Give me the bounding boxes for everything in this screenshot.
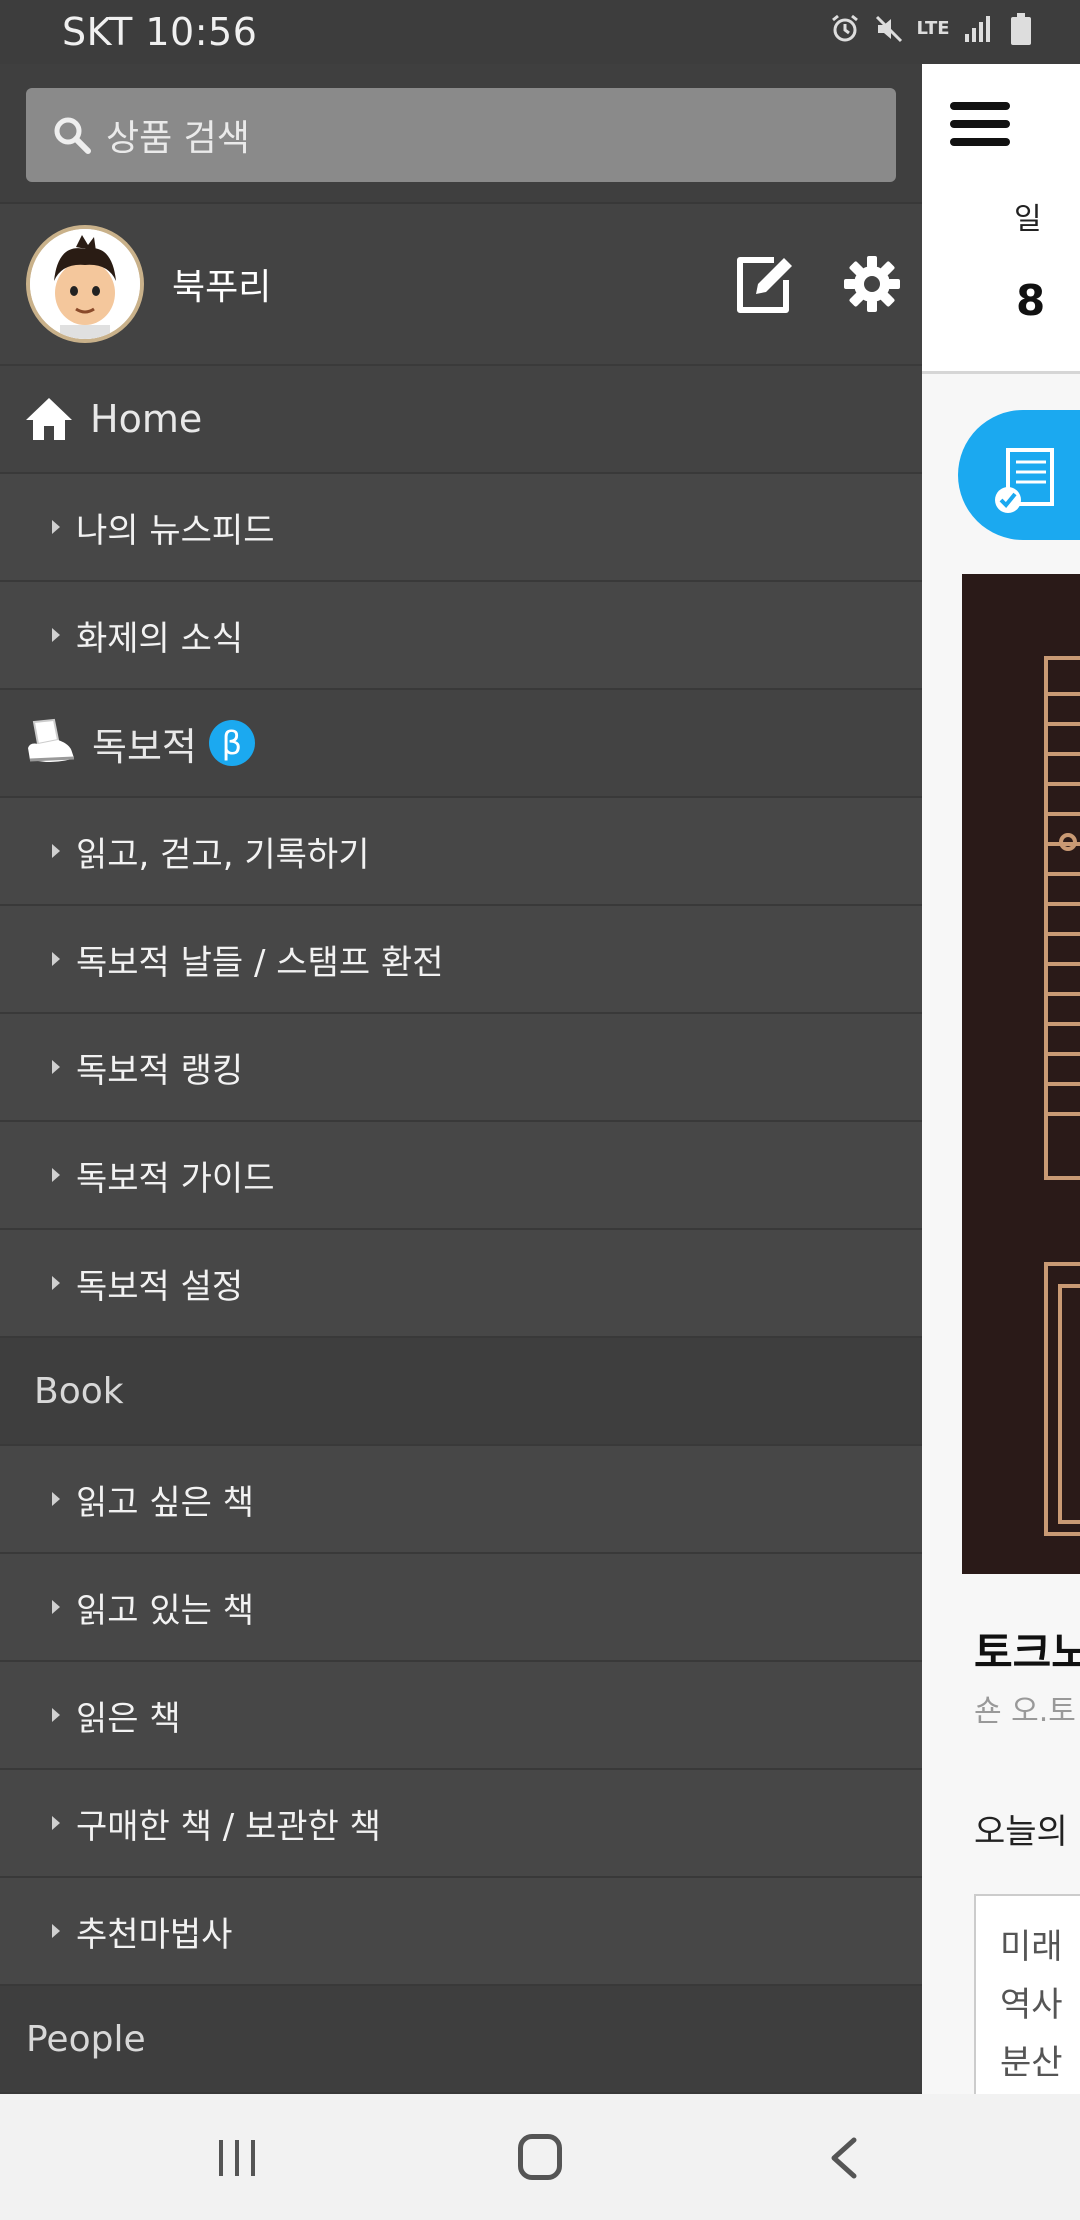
menu-item-label: 읽고, 걷고, 기록하기 — [76, 834, 370, 875]
calendar-date[interactable]: 8 — [1016, 276, 1045, 325]
mute-icon — [874, 12, 904, 46]
menu-item-label: 독보적 가이드 — [76, 1158, 275, 1199]
menu-dokbojeok[interactable]: 독보적 β — [0, 690, 922, 798]
caret-right-icon — [52, 1708, 60, 1722]
menu-item-label: 독보적 날들 / 스탬프 환전 — [76, 942, 444, 983]
menu-item-label: 화제의 소식 — [76, 618, 244, 659]
product-search-input[interactable]: 상품 검색 — [26, 88, 896, 182]
menu-item-settings[interactable]: 독보적 설정 — [0, 1230, 922, 1338]
menu-home-label: Home — [90, 397, 203, 441]
menu-item-label: 읽은 책 — [76, 1698, 181, 1739]
system-navigation-bar — [0, 2094, 1080, 2220]
menu-home[interactable]: Home — [0, 366, 922, 474]
caret-right-icon — [52, 1924, 60, 1938]
menu-item-purchased-saved[interactable]: 구매한 책 / 보관한 책 — [0, 1770, 922, 1878]
status-bar: SKT 10:56 LTE — [0, 0, 1080, 64]
menu-item-label: 읽고 있는 책 — [76, 1590, 255, 1631]
menu-item-read[interactable]: 읽은 책 — [0, 1662, 922, 1770]
caret-right-icon — [52, 520, 60, 534]
caret-right-icon — [52, 1492, 60, 1506]
menu-item-days-stamp-exchange[interactable]: 독보적 날들 / 스탬프 환전 — [0, 906, 922, 1014]
quote-line: 분산 — [1000, 2043, 1063, 2083]
search-icon — [54, 117, 91, 154]
alarm-icon — [830, 12, 860, 46]
menu-item-newsfeed[interactable]: 나의 뉴스피드 — [0, 474, 922, 582]
lte-icon: LTE — [916, 12, 950, 46]
recent-apps-icon[interactable] — [215, 2138, 259, 2178]
menu-item-label: 추천마법사 — [76, 1914, 233, 1955]
section-header-label: People — [26, 2018, 146, 2060]
caret-right-icon — [52, 1276, 60, 1290]
app-top-bar: 일 8 — [922, 64, 1080, 374]
caret-right-icon — [52, 1816, 60, 1830]
gear-icon[interactable] — [844, 256, 900, 312]
profile-row: 북푸리 — [0, 204, 922, 366]
shoe-book-icon — [28, 718, 75, 762]
menu-item-label: 독보적 랭킹 — [76, 1050, 244, 1091]
section-header-book: Book — [0, 1338, 922, 1446]
calendar-day-label: 일 — [1014, 202, 1042, 237]
menu-item-label: 읽고 싶은 책 — [76, 1482, 255, 1523]
hamburger-menu-icon[interactable] — [950, 102, 1010, 148]
caret-right-icon — [52, 952, 60, 966]
menu-item-label: 독보적 설정 — [76, 1266, 244, 1307]
search-bar-container: 상품 검색 — [0, 64, 922, 204]
caret-right-icon — [52, 1600, 60, 1614]
home-button-icon[interactable] — [518, 2134, 562, 2180]
menu-dokbojeok-label: 독보적 — [92, 724, 197, 769]
menu-item-reading[interactable]: 읽고 있는 책 — [0, 1554, 922, 1662]
menu-item-label: 구매한 책 / 보관한 책 — [76, 1806, 381, 1847]
beta-badge: β — [208, 720, 255, 766]
home-icon — [26, 398, 72, 440]
book-cover-image[interactable] — [962, 574, 1080, 1574]
menu-item-ranking[interactable]: 독보적 랭킹 — [0, 1014, 922, 1122]
menu-item-trending-news[interactable]: 화제의 소식 — [0, 582, 922, 690]
caret-right-icon — [52, 844, 60, 858]
menu-item-want-to-read[interactable]: 읽고 싶은 책 — [0, 1446, 922, 1554]
menu-item-recommendation-wizard[interactable]: 추천마법사 — [0, 1878, 922, 1986]
quote-line: 역사 — [1000, 1985, 1063, 2025]
status-carrier-time: SKT 10:56 — [62, 10, 258, 54]
battery-icon — [1006, 12, 1036, 46]
navigation-drawer: 상품 검색 북푸리 Home 나의 뉴스피드 화제의 소식 독보적 β 읽고, … — [0, 64, 922, 2094]
quote-box: 미래 역사 분산 — [974, 1894, 1080, 2094]
menu-item-guide[interactable]: 독보적 가이드 — [0, 1122, 922, 1230]
menu-item-read-walk-record[interactable]: 읽고, 걷고, 기록하기 — [0, 798, 922, 906]
background-app-content: 일 8 토크노 숀 오.토 오늘의 미래 역사 분산 — [922, 64, 1080, 2094]
book-title[interactable]: 토크노 — [974, 1619, 1080, 1680]
section-header-label: Book — [34, 1370, 124, 1412]
back-icon[interactable] — [826, 2136, 862, 2180]
quote-line: 미래 — [1000, 1927, 1063, 1967]
book-author: 숀 오.토 — [974, 1694, 1076, 1729]
network-label: LTE — [916, 18, 950, 39]
avatar[interactable] — [26, 225, 144, 343]
caret-right-icon — [52, 1060, 60, 1074]
profile-name[interactable]: 북푸리 — [172, 258, 271, 310]
signal-icon — [962, 12, 992, 46]
search-placeholder: 상품 검색 — [106, 118, 250, 159]
caret-right-icon — [52, 1168, 60, 1182]
edit-icon[interactable] — [734, 254, 796, 316]
book-check-icon — [995, 448, 1054, 513]
menu-item-label: 나의 뉴스피드 — [76, 510, 275, 551]
caret-right-icon — [52, 628, 60, 642]
today-section-title: 오늘의 — [974, 1812, 1068, 1852]
section-header-people: People — [0, 1986, 922, 2094]
